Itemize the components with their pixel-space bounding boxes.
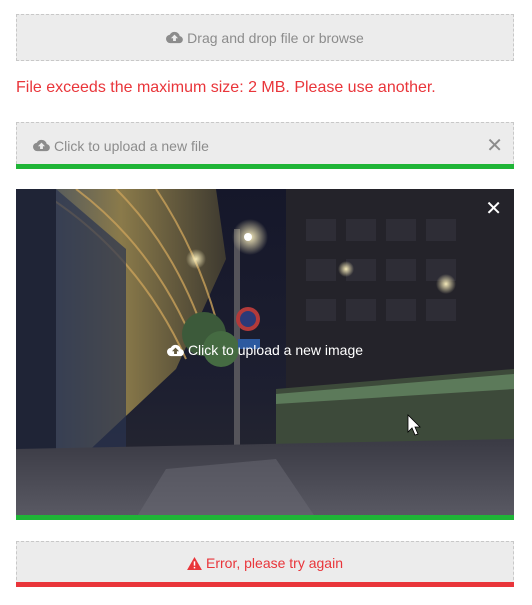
upload-examples-page: Drag and drop file or browse File exceed… [0, 0, 532, 605]
warning-icon [187, 556, 202, 570]
image-upload-preview[interactable]: Click to upload a new image ✕ [16, 189, 514, 518]
file-upload-field[interactable]: Click to upload a new file ✕ [16, 122, 514, 169]
error-progress-bar [16, 582, 514, 587]
cloud-upload-icon [166, 344, 184, 357]
upload-file-label: Click to upload a new file [54, 137, 209, 154]
image-upload-progress-bar [16, 515, 514, 520]
cloud-upload-icon [33, 139, 50, 152]
image-upload-overlay: Click to upload a new image [16, 342, 514, 358]
dropzone-label: Drag and drop file or browse [187, 29, 364, 46]
file-size-error-message: File exceeds the maximum size: 2 MB. Ple… [16, 79, 436, 96]
close-icon[interactable]: ✕ [485, 199, 502, 219]
upload-error-dropzone[interactable]: Error, please try again [16, 541, 514, 585]
upload-progress-bar [16, 164, 514, 169]
close-icon[interactable]: ✕ [486, 136, 503, 156]
file-dropzone[interactable]: Drag and drop file or browse [16, 14, 514, 61]
upload-error-label: Error, please try again [206, 555, 343, 571]
cloud-upload-icon [166, 31, 184, 44]
upload-image-label: Click to upload a new image [187, 342, 364, 358]
